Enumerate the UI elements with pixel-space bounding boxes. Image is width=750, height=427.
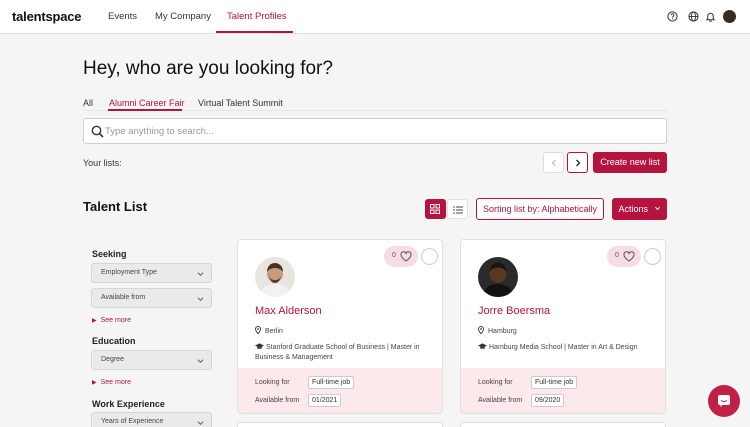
talent-education: Hamburg Media School | Master in Art & D… (478, 343, 658, 353)
available-from-select[interactable]: Available from (91, 288, 212, 308)
talent-card[interactable]: 0 Jorre Boersma Hamburg Hamburg Media Sc… (460, 239, 666, 414)
create-new-list-button[interactable]: Create new list (593, 152, 667, 173)
talent-name[interactable]: Jorre Boersma (478, 305, 550, 317)
lists-next-button[interactable] (567, 152, 588, 173)
chevron-down-icon (654, 206, 660, 211)
filter-heading-education: Education (92, 336, 136, 346)
sort-button[interactable]: Sorting list by: Alphabetically (476, 198, 604, 220)
tab-alumni-career-fair[interactable]: Alumni Career Fair (109, 98, 185, 108)
select-label: Available from (101, 294, 146, 301)
chevron-left-icon (551, 159, 556, 167)
select-label: Employment Type (101, 269, 157, 276)
like-button[interactable]: 0 (384, 246, 418, 267)
graduation-cap-icon (478, 343, 487, 349)
page-title: Hey, who are you looking for? (83, 58, 333, 79)
available-from-value: 01/2021 (308, 394, 342, 407)
select-label: Degree (101, 356, 124, 363)
actions-dropdown[interactable]: Actions (612, 198, 667, 220)
globe-icon[interactable] (688, 11, 699, 22)
talent-location: Berlin (255, 326, 283, 335)
select-card-checkbox[interactable] (644, 248, 661, 265)
talent-education: Stanford Graduate School of Business | M… (255, 343, 435, 363)
talent-name[interactable]: Max Alderson (255, 305, 322, 317)
actions-label: Actions (618, 204, 648, 214)
education-text: Stanford Graduate School of Business | M… (255, 344, 420, 361)
tab-all[interactable]: All (83, 98, 93, 108)
nav-item-my-company[interactable]: My Company (155, 11, 211, 22)
active-tab-indicator (108, 109, 182, 111)
caret-right-icon: ▶ (92, 380, 97, 386)
grid-view-button[interactable] (425, 199, 446, 219)
degree-select[interactable]: Degree (91, 350, 212, 370)
card-footer: Looking for Full-time job Available from… (238, 368, 442, 413)
chat-icon (718, 395, 730, 407)
avatar (255, 257, 295, 297)
search-bar[interactable] (83, 118, 667, 144)
brand-logo[interactable]: talentspace (12, 9, 82, 24)
available-from-label: Available from (478, 397, 523, 404)
available-from-value: 09/2020 (531, 394, 565, 407)
chevron-down-icon (197, 297, 204, 301)
list-view-button[interactable] (447, 199, 468, 219)
looking-for-label: Looking for (255, 379, 290, 386)
like-button[interactable]: 0 (607, 246, 641, 267)
caret-right-icon: ▶ (92, 318, 97, 324)
location-text: Hamburg (488, 328, 517, 335)
education-text: Hamburg Media School | Master in Art & D… (489, 344, 638, 351)
nav-item-events[interactable]: Events (108, 11, 137, 22)
search-input[interactable] (105, 124, 655, 139)
nav-item-talent-profiles[interactable]: Talent Profiles (227, 11, 287, 22)
like-count: 0 (615, 252, 619, 259)
employment-type-select[interactable]: Employment Type (91, 263, 212, 283)
talent-list-title: Talent List (83, 199, 148, 214)
years-of-experience-select[interactable]: Years of Experience (91, 412, 212, 427)
search-icon (91, 125, 104, 138)
looking-for-value: Full-time job (531, 376, 578, 389)
filter-heading-seeking: Seeking (92, 249, 127, 259)
filter-heading-work-experience: Work Experience (92, 399, 165, 409)
chevron-down-icon (197, 421, 204, 425)
card-footer: Looking for Full-time job Available from… (461, 368, 665, 413)
talent-location: Hamburg (478, 326, 517, 335)
lists-prev-button[interactable] (543, 152, 564, 173)
chat-button[interactable] (708, 385, 740, 417)
see-more-label: See more (100, 317, 131, 324)
talent-card[interactable] (460, 422, 666, 427)
your-lists-label: Your lists: (83, 158, 122, 168)
see-more-education-link[interactable]: ▶ See more (92, 379, 131, 386)
see-more-seeking-link[interactable]: ▶ See more (92, 317, 131, 324)
avatar (478, 257, 518, 297)
chevron-down-icon (197, 359, 204, 363)
location-pin-icon (478, 326, 484, 335)
tab-virtual-talent-summit[interactable]: Virtual Talent Summit (198, 98, 283, 108)
available-from-label: Available from (255, 397, 300, 404)
see-more-label: See more (100, 379, 131, 386)
list-icon (453, 206, 463, 214)
grid-icon (430, 204, 440, 214)
like-count: 0 (392, 252, 396, 259)
heart-icon (400, 251, 412, 262)
help-icon[interactable] (667, 11, 678, 22)
graduation-cap-icon (255, 343, 264, 349)
user-avatar[interactable] (723, 10, 736, 23)
talent-card[interactable] (237, 422, 443, 427)
location-text: Berlin (265, 328, 283, 335)
select-label: Years of Experience (101, 418, 164, 425)
chevron-down-icon (197, 272, 204, 276)
heart-icon (623, 251, 635, 262)
location-pin-icon (255, 326, 261, 335)
talent-card[interactable]: 0 Max Alderson Berlin Stanford Graduate … (237, 239, 443, 414)
chevron-right-icon (576, 159, 581, 167)
bell-icon[interactable] (705, 11, 716, 22)
looking-for-value: Full-time job (308, 376, 355, 389)
active-nav-indicator (216, 31, 293, 33)
select-card-checkbox[interactable] (421, 248, 438, 265)
looking-for-label: Looking for (478, 379, 513, 386)
top-navigation-bar: talentspace Events My Company Talent Pro… (0, 0, 750, 34)
